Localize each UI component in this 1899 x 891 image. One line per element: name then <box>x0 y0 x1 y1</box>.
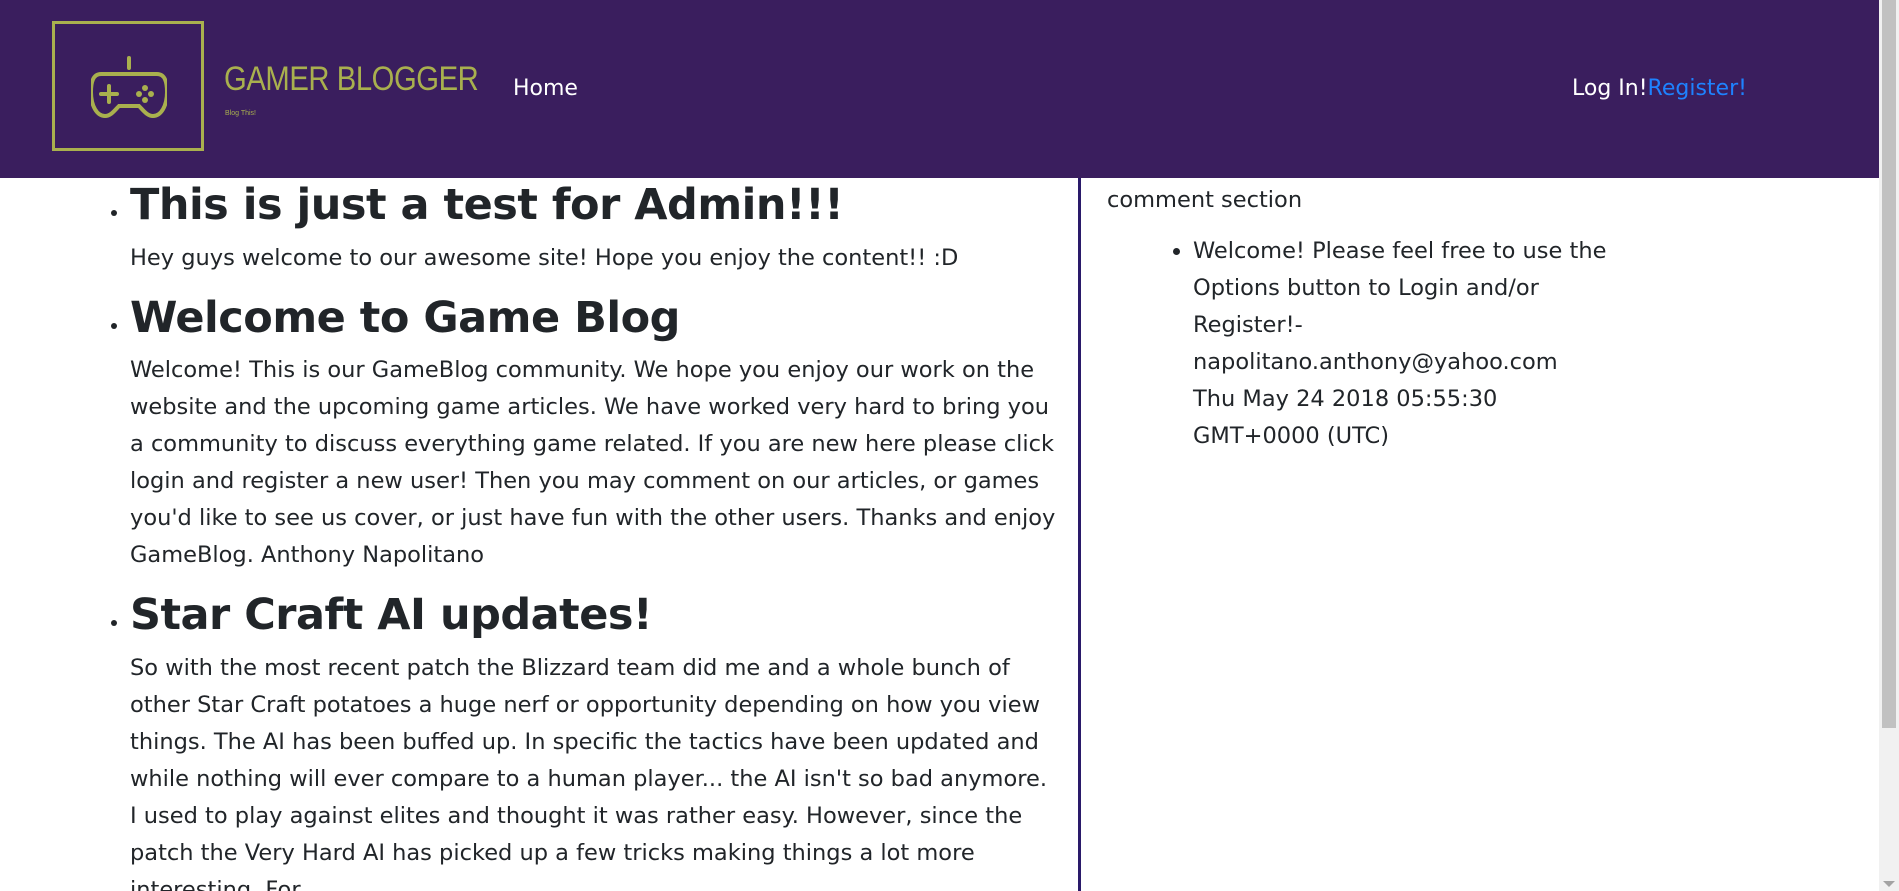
post-body: Welcome! This is our GameBlog community.… <box>130 357 1056 569</box>
post-list: This is just a test for Admin!!! Hey guy… <box>0 180 1078 891</box>
comment-author: napolitano.anthony@yahoo.com <box>1193 349 1558 375</box>
scroll-down-arrow-icon[interactable] <box>1883 881 1895 887</box>
post-title: This is just a test for Admin!!! <box>130 180 844 230</box>
comment-item: Welcome! Please feel free to use the Opt… <box>1193 233 1613 455</box>
comment-list: Welcome! Please feel free to use the Opt… <box>1107 233 1627 455</box>
post-body: So with the most recent patch the Blizza… <box>130 654 1047 891</box>
page-scrollbar[interactable] <box>1879 0 1899 891</box>
post-item: This is just a test for Admin!!! Hey guy… <box>130 180 1078 277</box>
nav-home-link[interactable]: Home <box>513 76 578 101</box>
post-body: Hey guys welcome to our awesome site! Ho… <box>130 244 959 271</box>
login-link[interactable]: Log In! <box>1572 76 1648 101</box>
post-item: Welcome to Game Blog Welcome! This is ou… <box>130 293 1078 575</box>
comment-timestamp: Thu May 24 2018 05:55:30 GMT+0000 (UTC) <box>1193 386 1498 449</box>
register-link[interactable]: Register! <box>1648 76 1747 101</box>
post-title: Welcome to Game Blog <box>130 292 680 343</box>
brand-tagline: Blog This! <box>225 110 256 117</box>
posts-column: This is just a test for Admin!!! Hey guy… <box>0 178 1081 891</box>
nav-auth-links: Log In!Register! <box>1572 76 1747 101</box>
post-title: Star Craft AI updates! <box>130 590 653 641</box>
scrollbar-thumb[interactable] <box>1882 0 1896 728</box>
comment-section-heading: comment section <box>1107 187 1303 213</box>
navbar: GAMER BLOGGER Blog This! Home Log In!Reg… <box>0 0 1879 178</box>
gamepad-icon <box>91 56 167 118</box>
comment-section: comment section Welcome! Please feel fre… <box>1107 178 1627 891</box>
post-item: Star Craft AI updates! So with the most … <box>130 590 1078 891</box>
comment-text: Welcome! Please feel free to use the Opt… <box>1193 238 1607 338</box>
brand-logo[interactable] <box>52 21 204 151</box>
brand-title[interactable]: GAMER BLOGGER <box>224 60 479 99</box>
